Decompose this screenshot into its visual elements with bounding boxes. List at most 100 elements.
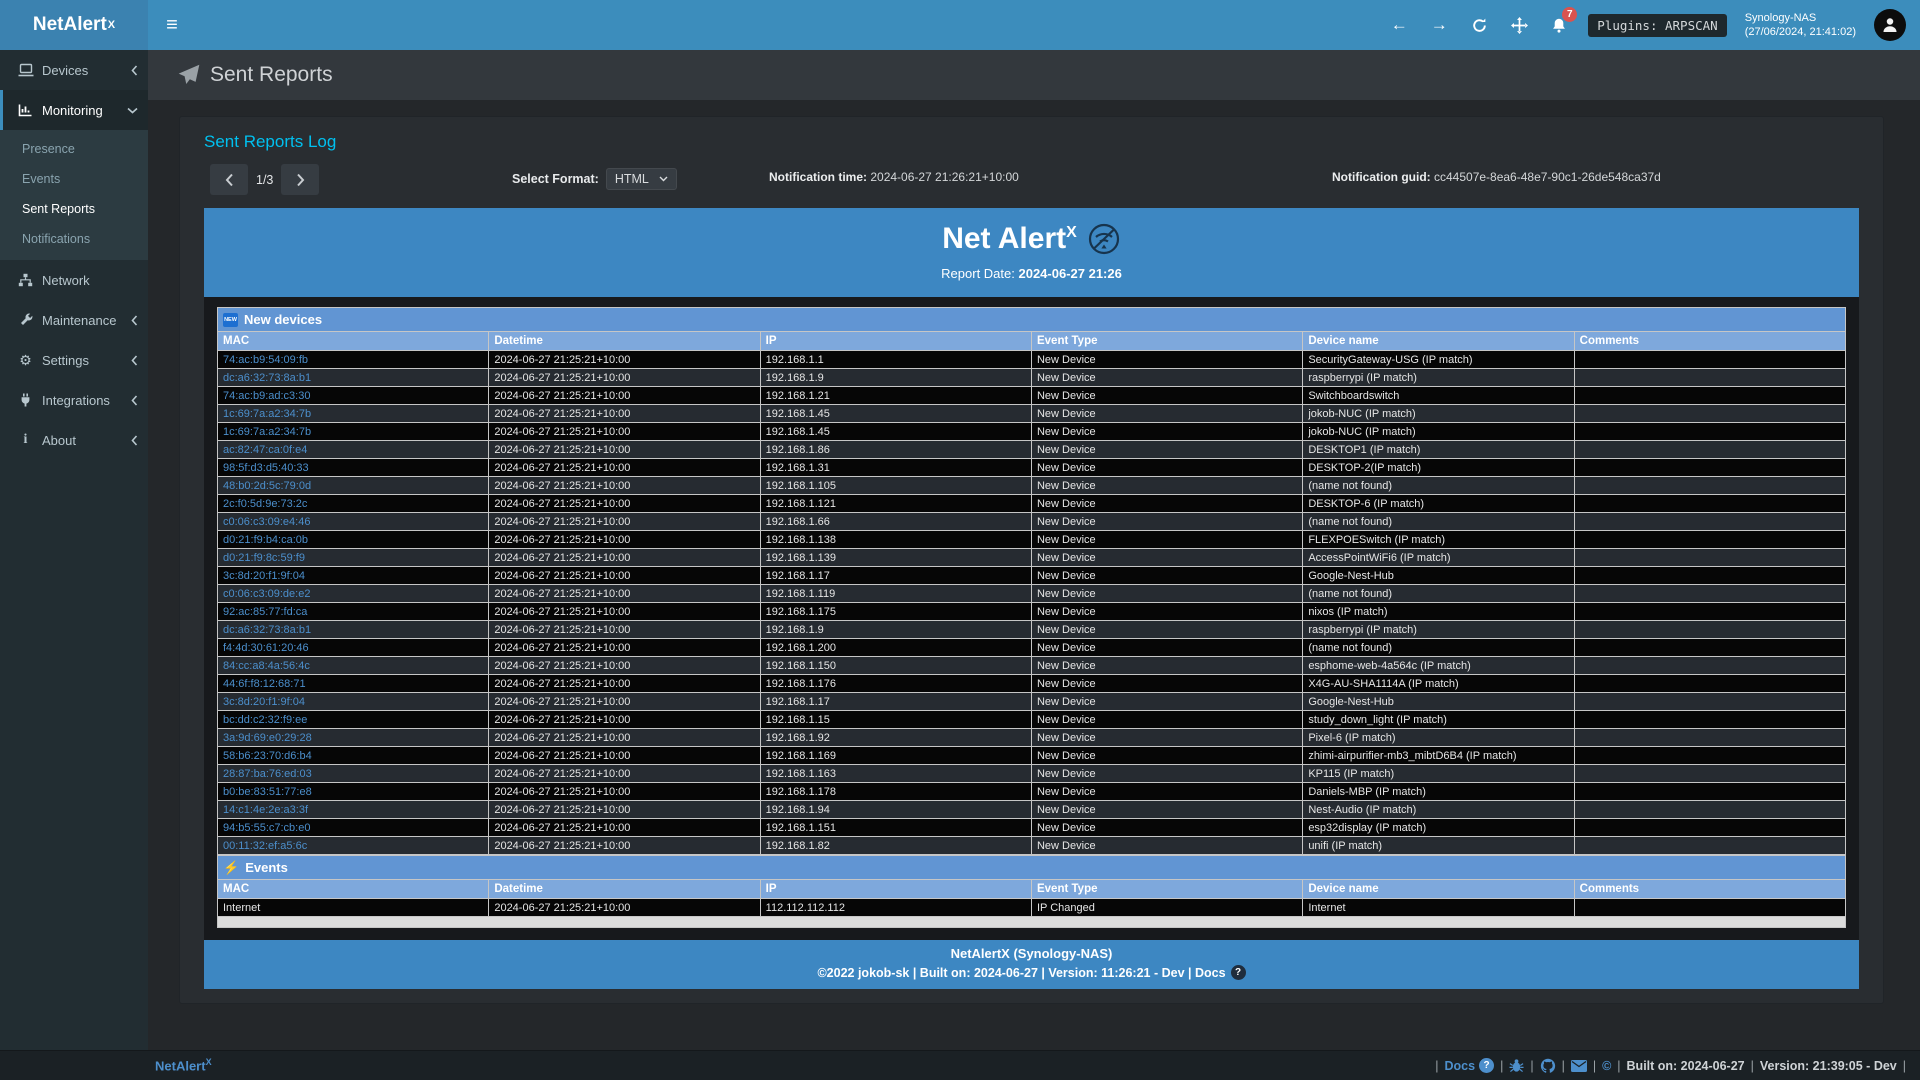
- sidebar-item-events[interactable]: Events: [0, 164, 148, 194]
- footer-brand[interactable]: NetAlertX: [155, 1057, 212, 1073]
- mac-address-cell[interactable]: 14:c1:4e:2e:a3:3f: [218, 801, 489, 819]
- mac-address-cell[interactable]: bc:dd:c2:32:f9:ee: [218, 711, 489, 729]
- mac-address-cell[interactable]: 84:cc:a8:4a:56:4c: [218, 657, 489, 675]
- mac-address-cell[interactable]: 1c:69:7a:a2:34:7b: [218, 405, 489, 423]
- notifications-bell-button[interactable]: 7: [1548, 14, 1570, 36]
- mac-address-cell[interactable]: 74:ac:b9:ad:c3:30: [218, 387, 489, 405]
- copyright-icon[interactable]: ©: [1602, 1059, 1611, 1073]
- mac-address-cell[interactable]: 98:5f:d3:d5:40:33: [218, 459, 489, 477]
- table-cell: New Device: [1031, 837, 1302, 855]
- mac-address-cell[interactable]: 58:b6:23:70:d6:b4: [218, 747, 489, 765]
- mac-address-link[interactable]: bc:dd:c2:32:f9:ee: [223, 714, 307, 726]
- table-cell: jokob-NUC (IP match): [1303, 405, 1574, 423]
- docs-link[interactable]: Docs?: [1444, 1058, 1494, 1073]
- mac-address-link[interactable]: 3c:8d:20:f1:9f:04: [223, 696, 305, 708]
- mac-address-link[interactable]: 00:11:32:ef:a5:6c: [223, 840, 307, 852]
- mac-address-cell[interactable]: 74:ac:b9:54:09:fb: [218, 351, 489, 369]
- mac-address-cell[interactable]: ac:82:47:ca:0f:e4: [218, 441, 489, 459]
- mac-address-cell[interactable]: 48:b0:2d:5c:79:0d: [218, 477, 489, 495]
- mac-address-cell[interactable]: 1c:69:7a:a2:34:7b: [218, 423, 489, 441]
- mac-address-link[interactable]: 48:b0:2d:5c:79:0d: [223, 480, 311, 492]
- mac-address-link[interactable]: 92:ac:85:77:fd:ca: [223, 606, 307, 618]
- user-avatar[interactable]: [1874, 9, 1906, 41]
- sidebar-item-integrations[interactable]: Integrations: [0, 380, 148, 420]
- mac-address-link[interactable]: 28:87:ba:76:ed:03: [223, 768, 312, 780]
- mac-address-link[interactable]: ac:82:47:ca:0f:e4: [223, 444, 307, 456]
- mac-address-link[interactable]: dc:a6:32:73:8a:b1: [223, 372, 311, 384]
- mac-address-link[interactable]: 98:5f:d3:d5:40:33: [223, 462, 309, 474]
- mac-address-link[interactable]: f4:4d:30:61:20:46: [223, 642, 309, 654]
- bug-report-icon[interactable]: [1509, 1058, 1524, 1073]
- sidebar-toggle-button[interactable]: ≡: [148, 0, 196, 50]
- mac-address-cell[interactable]: 3a:9d:69:e0:29:28: [218, 729, 489, 747]
- report-footer-line: ©2022 jokob-sk | Built on: 2024-06-27 | …: [204, 965, 1859, 980]
- table-cell: 2024-06-27 21:25:21+10:00: [489, 603, 760, 621]
- mac-address-cell[interactable]: 00:11:32:ef:a5:6c: [218, 837, 489, 855]
- mac-address-link[interactable]: 74:ac:b9:54:09:fb: [223, 354, 308, 366]
- app-logo[interactable]: NetAlertX: [0, 0, 148, 50]
- mac-address-cell[interactable]: 92:ac:85:77:fd:ca: [218, 603, 489, 621]
- mac-address-cell[interactable]: 44:6f:f8:12:68:71: [218, 675, 489, 693]
- table-cell: 192.168.1.17: [760, 693, 1031, 711]
- notification-guid-label: Notification guid:: [1332, 170, 1431, 184]
- sidebar-item-network[interactable]: Network: [0, 260, 148, 300]
- prev-page-button[interactable]: [210, 164, 248, 195]
- nav-back-button[interactable]: ←: [1388, 14, 1410, 36]
- mac-address-link[interactable]: 84:cc:a8:4a:56:4c: [223, 660, 310, 672]
- question-circle-icon[interactable]: ?: [1231, 965, 1246, 980]
- refresh-button[interactable]: [1468, 14, 1490, 36]
- mac-address-cell[interactable]: d0:21:f9:b4:ca:0b: [218, 531, 489, 549]
- mac-address-link[interactable]: 3a:9d:69:e0:29:28: [223, 732, 312, 744]
- mac-address-cell[interactable]: dc:a6:32:73:8a:b1: [218, 369, 489, 387]
- sidebar-item-presence[interactable]: Presence: [0, 134, 148, 164]
- table-cell: 2024-06-27 21:25:21+10:00: [489, 531, 760, 549]
- sidebar-item-maintenance[interactable]: Maintenance: [0, 300, 148, 340]
- mac-address-link[interactable]: 44:6f:f8:12:68:71: [223, 678, 306, 690]
- mac-address-link[interactable]: d0:21:f9:8c:59:f9: [223, 552, 305, 564]
- mac-address-link[interactable]: 1c:69:7a:a2:34:7b: [223, 408, 311, 420]
- github-icon[interactable]: [1540, 1058, 1556, 1074]
- mac-address-link[interactable]: 58:b6:23:70:d6:b4: [223, 750, 312, 762]
- mac-address-cell[interactable]: dc:a6:32:73:8a:b1: [218, 621, 489, 639]
- mac-address-cell[interactable]: f4:4d:30:61:20:46: [218, 639, 489, 657]
- notification-time: Notification time: 2024-06-27 21:26:21+1…: [769, 170, 1019, 184]
- plugins-status-badge[interactable]: Plugins: ARPSCAN: [1588, 14, 1726, 37]
- next-page-button[interactable]: [281, 164, 319, 195]
- mac-address-link[interactable]: 1c:69:7a:a2:34:7b: [223, 426, 311, 438]
- mac-address-cell[interactable]: c0:06:c3:09:e4:46: [218, 513, 489, 531]
- table-cell: esp32display (IP match): [1303, 819, 1574, 837]
- table-cell: 192.168.1.21: [760, 387, 1031, 405]
- mac-address-link[interactable]: dc:a6:32:73:8a:b1: [223, 624, 311, 636]
- nav-forward-button[interactable]: →: [1428, 14, 1450, 36]
- mac-address-link[interactable]: d0:21:f9:b4:ca:0b: [223, 534, 308, 546]
- mac-address-cell[interactable]: 94:b5:55:c7:cb:e0: [218, 819, 489, 837]
- sidebar-item-devices[interactable]: Devices: [0, 50, 148, 90]
- mac-address-cell[interactable]: 3c:8d:20:f1:9f:04: [218, 567, 489, 585]
- mac-address-link[interactable]: c0:06:c3:09:de:e2: [223, 588, 310, 600]
- mac-address-link[interactable]: 3c:8d:20:f1:9f:04: [223, 570, 305, 582]
- mac-address-cell[interactable]: c0:06:c3:09:de:e2: [218, 585, 489, 603]
- table-cell: [1574, 747, 1845, 765]
- sidebar-item-sent-reports[interactable]: Sent Reports: [0, 194, 148, 224]
- mac-address-cell[interactable]: 28:87:ba:76:ed:03: [218, 765, 489, 783]
- box-title-link[interactable]: Sent Reports Log: [204, 117, 1859, 156]
- mac-address-link[interactable]: 14:c1:4e:2e:a3:3f: [223, 804, 308, 816]
- mac-address-cell[interactable]: 2c:f0:5d:9e:73:2c: [218, 495, 489, 513]
- sidebar-item-notifications[interactable]: Notifications: [0, 224, 148, 254]
- sidebar-item-about[interactable]: i About: [0, 420, 148, 460]
- mac-address-link[interactable]: 74:ac:b9:ad:c3:30: [223, 390, 310, 402]
- mac-address-link[interactable]: 94:b5:55:c7:cb:e0: [223, 822, 310, 834]
- move-button[interactable]: [1508, 14, 1530, 36]
- format-select[interactable]: HTML: [606, 168, 677, 190]
- table-row: 94:b5:55:c7:cb:e02024-06-27 21:25:21+10:…: [218, 819, 1846, 837]
- mac-address-link[interactable]: c0:06:c3:09:e4:46: [223, 516, 310, 528]
- column-header-device-name: Device name: [1303, 332, 1574, 351]
- mac-address-link[interactable]: 2c:f0:5d:9e:73:2c: [223, 498, 307, 510]
- email-icon[interactable]: [1571, 1060, 1587, 1072]
- mac-address-cell[interactable]: d0:21:f9:8c:59:f9: [218, 549, 489, 567]
- sidebar-item-settings[interactable]: ⚙ Settings: [0, 340, 148, 380]
- sidebar-item-monitoring[interactable]: Monitoring: [0, 90, 148, 130]
- mac-address-link[interactable]: b0:be:83:51:77:e8: [223, 786, 312, 798]
- mac-address-cell[interactable]: b0:be:83:51:77:e8: [218, 783, 489, 801]
- mac-address-cell[interactable]: 3c:8d:20:f1:9f:04: [218, 693, 489, 711]
